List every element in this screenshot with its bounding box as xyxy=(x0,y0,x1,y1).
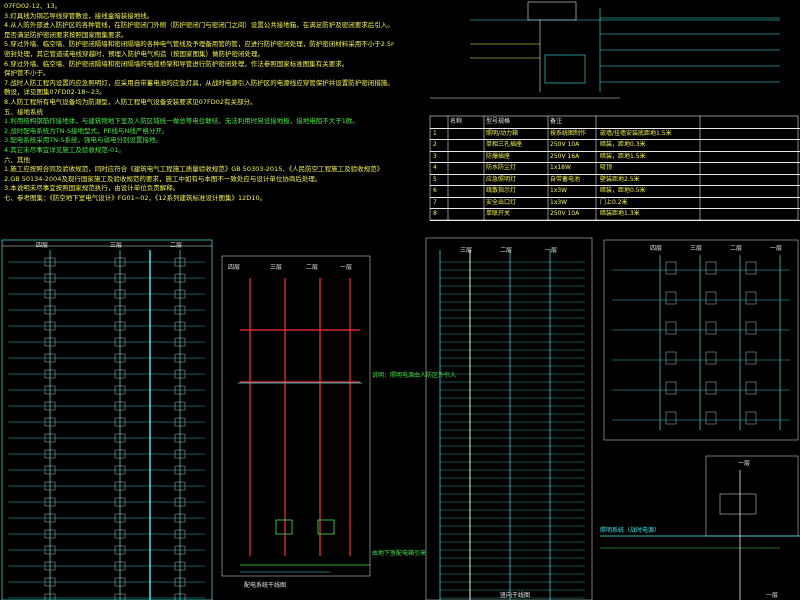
diagram-caption: 配电系统干线图 xyxy=(244,582,287,589)
distribution-box xyxy=(665,351,677,365)
floor-label: 四层 xyxy=(650,245,663,252)
distribution-box xyxy=(705,351,717,365)
distribution-box xyxy=(665,321,677,335)
distribution-box xyxy=(745,291,757,305)
switch-box xyxy=(275,519,293,535)
legend-cell: 自带蓄电池 xyxy=(550,175,581,183)
riser-panel-c xyxy=(425,237,593,600)
legend-cell: 嵌墙/挂墙安装底距地1.5米 xyxy=(600,129,672,137)
legend-cell: 1 xyxy=(433,129,437,137)
legend-cell: 防爆插座 xyxy=(486,152,511,160)
side-note: 由地下室配电箱引来 xyxy=(372,550,427,557)
legend-cell: 8 xyxy=(433,210,437,217)
legend-cell: 1x3W xyxy=(550,187,568,194)
floor-label: 三层 xyxy=(460,247,473,254)
legend-cell: 1x3W xyxy=(550,198,568,206)
floor-label: 四层 xyxy=(36,242,49,249)
legend-cell: 250V 10A xyxy=(550,141,580,148)
distribution-box xyxy=(665,291,677,305)
top-right-system-diagram xyxy=(430,1,780,99)
cad-drawing xyxy=(1,1,800,600)
floor-label: 一层 xyxy=(340,264,353,271)
riser-panel-d xyxy=(603,239,799,441)
side-note: 说明：照明电源由人防区外引入 xyxy=(372,372,457,379)
legend-cell: 单联开关 xyxy=(486,210,511,217)
legend-cell: 3 xyxy=(433,152,437,160)
legend-cell: 疏散指示灯 xyxy=(486,187,517,194)
distribution-box xyxy=(745,261,757,275)
floor-label: 三层 xyxy=(110,242,123,249)
legend-cell: 250V 16A xyxy=(550,152,580,160)
distribution-box xyxy=(719,493,757,515)
legend-cell: 6 xyxy=(433,187,437,194)
distribution-box xyxy=(705,411,717,425)
distribution-box xyxy=(745,321,757,335)
floor-label: 一层 xyxy=(738,460,751,467)
legend-cell: 壁装距地2.5米 xyxy=(600,175,640,183)
legend-cell: 名称 xyxy=(450,118,463,125)
legend-cell: 暗装，距地0.5米 xyxy=(600,187,646,194)
panel-b-frame xyxy=(221,255,371,577)
legend-cell: 应急照明灯 xyxy=(486,175,517,183)
system-caption: 照明系统（战时电源） xyxy=(600,527,661,534)
legend-cell: 门上0.2米 xyxy=(600,198,628,206)
legend-table: 名称 型号规格 备注 1 照明/动力箱 按系统图制作 嵌墙/挂墙安装底距地1.5米 2 单相三孔… xyxy=(430,116,800,221)
floor-label: 三层 xyxy=(270,264,283,271)
distribution-box xyxy=(665,381,677,395)
floor-label: 一层 xyxy=(545,247,558,254)
riser-panel-b xyxy=(221,255,371,577)
panel-c-frame xyxy=(425,237,593,600)
legend-cell: 安全出口灯 xyxy=(486,198,517,206)
floor-label: 二层 xyxy=(730,245,743,252)
distribution-box xyxy=(705,321,717,335)
legend-cell: 暗装，距地1.5米 xyxy=(600,152,646,160)
distribution-box xyxy=(705,261,717,275)
distribution-box xyxy=(745,381,757,395)
legend-cell: 备注 xyxy=(550,118,563,125)
legend-cell: 防水防尘灯 xyxy=(486,164,517,171)
floor-label: 三层 xyxy=(690,245,703,252)
distribution-box xyxy=(705,381,717,395)
floor-label: 四层 xyxy=(228,264,241,271)
legend-cell: 暗装，距地0.3米 xyxy=(600,141,646,148)
diagram-caption: 一层 xyxy=(766,592,779,599)
diagram-caption: 竖向干线图 xyxy=(500,592,531,599)
distribution-box xyxy=(745,351,757,365)
legend-cell: 照明/动力箱 xyxy=(486,129,519,137)
legend-cell: 型号规格 xyxy=(486,118,511,125)
legend-cell: 单相三孔插座 xyxy=(486,141,523,148)
meter-box xyxy=(527,1,577,21)
floor-label: 二层 xyxy=(306,264,319,271)
legend-cell: 5 xyxy=(433,175,437,183)
floor-label: 一层 xyxy=(770,245,783,252)
legend-cell: 1x18W xyxy=(550,164,571,171)
legend-cell: 按系统图制作 xyxy=(550,129,587,137)
legend-cell: 7 xyxy=(433,198,437,206)
floor-label: 二层 xyxy=(500,247,513,254)
legend-cell: 2 xyxy=(433,141,437,148)
distribution-box xyxy=(705,291,717,305)
distribution-box xyxy=(665,411,677,425)
legend-cell: 吸顶 xyxy=(600,164,613,171)
distribution-box xyxy=(665,261,677,275)
riser-panel-a xyxy=(1,239,213,600)
floor-label: 二层 xyxy=(170,242,183,249)
legend-cell: 暗装距地1.3米 xyxy=(600,210,640,217)
distribution-box xyxy=(745,411,757,425)
legend-cell: 4 xyxy=(433,164,437,171)
legend-cell: 250V 10A xyxy=(550,210,580,217)
legend-row: 8 单联开关 250V 10A 暗装距地1.3米 xyxy=(430,208,800,221)
